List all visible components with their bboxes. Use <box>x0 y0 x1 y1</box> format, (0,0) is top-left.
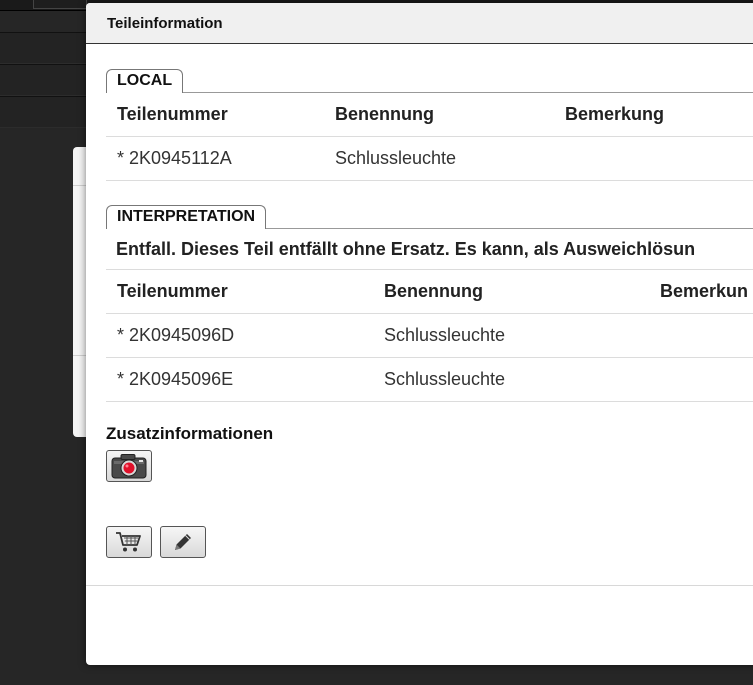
part-number: * 2K0945096E <box>106 357 373 402</box>
column-header: Benennung <box>373 270 649 314</box>
interpretation-note: Entfall. Dieses Teil entfällt ohne Ersat… <box>106 229 753 270</box>
part-name: Schlussleuchte <box>324 136 554 181</box>
cart-button[interactable] <box>106 526 152 558</box>
background-row <box>0 64 90 96</box>
part-remark <box>554 136 753 181</box>
dialog-header: Teileinformation <box>86 3 753 44</box>
table-row[interactable]: * 2K0945112A Schlussleuchte <box>106 136 753 181</box>
part-info-dialog: Teileinformation LOCAL Teilenummer Benen… <box>86 3 753 665</box>
part-number: * 2K0945112A <box>106 136 324 181</box>
cart-icon <box>116 532 141 552</box>
column-header: Teilenummer <box>106 93 324 137</box>
additional-info-label: Zusatzinformationen <box>106 424 274 443</box>
pencil-icon <box>175 534 192 550</box>
dialog-footer-divider <box>86 585 753 586</box>
column-header: Bemerkun <box>649 270 753 314</box>
table-row[interactable]: * 2K0945096D Schlussleuchte <box>106 313 753 358</box>
local-section: LOCAL Teilenummer Benennung Bemerkung * … <box>106 69 753 181</box>
interpretation-tab[interactable]: INTERPRETATION <box>106 205 267 229</box>
part-remark <box>649 313 753 358</box>
interpretation-table: Teilenummer Benennung Bemerkun * 2K09450… <box>106 270 753 402</box>
local-table: Teilenummer Benennung Bemerkung * 2K0945… <box>106 93 753 181</box>
interpretation-table-header: Teilenummer Benennung Bemerkun <box>106 270 753 314</box>
part-name: Schlussleuchte <box>373 357 649 402</box>
column-header: Benennung <box>324 93 554 137</box>
local-table-header: Teilenummer Benennung Bemerkung <box>106 93 753 137</box>
table-row[interactable]: * 2K0945096E Schlussleuchte <box>106 357 753 402</box>
background-row <box>0 96 90 128</box>
interpretation-section: INTERPRETATION Entfall. Dieses Teil entf… <box>106 205 753 402</box>
edit-button[interactable] <box>160 526 207 558</box>
action-buttons <box>106 526 753 559</box>
part-name: Schlussleuchte <box>373 313 649 358</box>
dialog-title: Teileinformation <box>107 14 223 32</box>
dialog-body: LOCAL Teilenummer Benennung Bemerkung * … <box>86 69 753 559</box>
camera-button[interactable] <box>106 450 152 482</box>
local-tab[interactable]: LOCAL <box>106 69 184 93</box>
background-row <box>0 32 90 64</box>
background-list <box>0 32 90 128</box>
column-header: Teilenummer <box>106 270 373 314</box>
part-number: * 2K0945096D <box>106 313 373 358</box>
additional-info-icons <box>106 450 753 484</box>
part-remark <box>649 357 753 402</box>
column-header: Bemerkung <box>554 93 753 137</box>
camera-icon <box>111 454 147 479</box>
background-cell <box>33 0 87 9</box>
